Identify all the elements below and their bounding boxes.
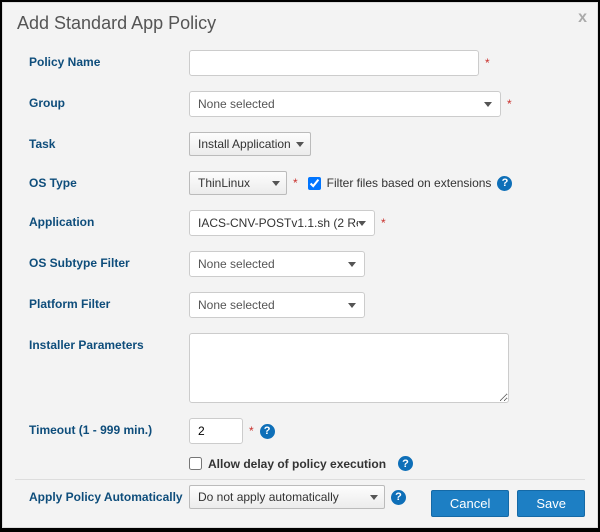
help-icon[interactable]: ? — [260, 424, 275, 439]
installer-params-textarea[interactable] — [189, 333, 509, 403]
os-subtype-value: None selected — [198, 257, 275, 271]
label-os-subtype: OS Subtype Filter — [29, 251, 189, 270]
filter-files-label: Filter files based on extensions — [327, 176, 492, 190]
task-select-value: Install Application — [198, 137, 291, 151]
platform-value: None selected — [198, 298, 275, 312]
cancel-button[interactable]: Cancel — [431, 490, 509, 517]
required-marker: * — [507, 97, 512, 111]
task-select[interactable]: Install Application — [189, 132, 311, 156]
policy-name-input[interactable] — [189, 50, 479, 76]
allow-delay-checkbox[interactable] — [189, 457, 202, 470]
chevron-down-icon — [358, 221, 366, 226]
modal-title: Add Standard App Policy — [17, 13, 583, 34]
chevron-down-icon — [296, 142, 304, 147]
modal-footer: Cancel Save — [15, 479, 585, 517]
filter-files-checkbox[interactable] — [308, 177, 321, 190]
modal-header: Add Standard App Policy x — [3, 3, 597, 42]
label-platform: Platform Filter — [29, 292, 189, 311]
os-subtype-select[interactable]: None selected — [189, 251, 365, 277]
label-task: Task — [29, 132, 189, 151]
chevron-down-icon — [272, 181, 280, 186]
required-marker: * — [293, 176, 298, 190]
help-icon[interactable]: ? — [398, 456, 413, 471]
required-marker: * — [249, 424, 254, 438]
label-os-type: OS Type — [29, 171, 189, 190]
platform-select[interactable]: None selected — [189, 292, 365, 318]
chevron-down-icon — [348, 262, 356, 267]
group-select[interactable]: None selected — [189, 91, 501, 117]
label-application: Application — [29, 210, 189, 229]
save-button[interactable]: Save — [517, 490, 585, 517]
allow-delay-label: Allow delay of policy execution — [208, 457, 386, 471]
label-group: Group — [29, 91, 189, 110]
os-type-select[interactable]: ThinLinux — [189, 171, 287, 195]
label-policy-name: Policy Name — [29, 50, 189, 69]
add-app-policy-modal: Add Standard App Policy x Policy Name * … — [2, 2, 598, 528]
application-select[interactable]: IACS-CNV-POSTv1.1.sh (2 Reposi — [189, 210, 375, 236]
os-type-value: ThinLinux — [198, 176, 250, 190]
modal-body: Policy Name * Group None selected * Task — [3, 42, 597, 509]
required-marker: * — [381, 216, 386, 230]
chevron-down-icon — [348, 303, 356, 308]
application-value: IACS-CNV-POSTv1.1.sh (2 Reposi — [198, 216, 358, 230]
timeout-input[interactable] — [189, 418, 243, 444]
allow-delay-row: Allow delay of policy execution ? — [189, 456, 571, 471]
help-icon[interactable]: ? — [497, 176, 512, 191]
label-installer-params: Installer Parameters — [29, 333, 189, 352]
group-select-value: None selected — [198, 97, 275, 111]
chevron-down-icon — [484, 102, 492, 107]
close-icon[interactable]: x — [578, 9, 587, 27]
required-marker: * — [485, 56, 490, 70]
label-timeout: Timeout (1 - 999 min.) — [29, 418, 189, 437]
